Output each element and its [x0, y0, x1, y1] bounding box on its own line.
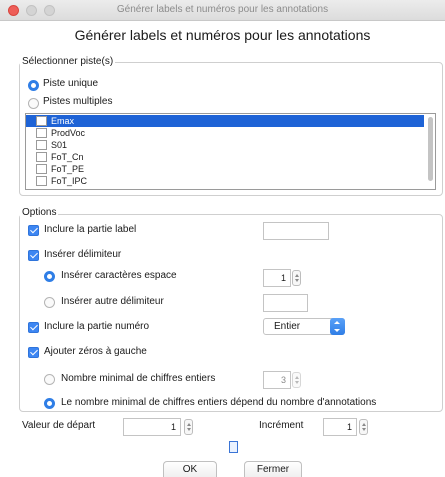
track-name: Emax	[51, 116, 75, 126]
window-title: Générer labels et numéros pour les annot…	[116, 4, 329, 15]
track-selection-title: Sélectionner piste(s)	[20, 56, 116, 67]
multiple-tracks-label: Pistes multiples	[43, 96, 113, 107]
track-name: FoT_Cn	[51, 152, 84, 162]
ok-button[interactable]: OK	[163, 461, 217, 477]
track-checkbox[interactable]	[36, 164, 47, 174]
increment-input[interactable]: 1	[323, 418, 357, 436]
include-label-text: Inclure la partie label	[44, 224, 137, 235]
min-digits-stepper[interactable]	[292, 372, 301, 388]
track-checkbox[interactable]	[36, 152, 47, 162]
track-list[interactable]: Emax ProdVoc S01 FoT_Cn FoT_PE FoT_IPC	[25, 113, 436, 190]
increment-label: Incrément	[259, 420, 304, 431]
insert-other-radio[interactable]	[44, 297, 55, 308]
single-track-radio[interactable]	[28, 80, 39, 91]
close-button[interactable]: Fermer	[244, 461, 302, 477]
track-name: ProdVoc	[51, 128, 86, 138]
label-input[interactable]	[263, 222, 329, 240]
multiple-tracks-radio[interactable]	[28, 98, 39, 109]
start-value-stepper[interactable]	[184, 419, 193, 435]
dialog-heading: Générer labels et numéros pour les annot…	[74, 27, 371, 43]
depends-on-count-text: Le nombre minimal de chiffres entiers dé…	[61, 397, 377, 408]
insert-other-text: Insérer autre délimiteur	[61, 296, 164, 307]
track-checkbox[interactable]	[36, 176, 47, 186]
include-number-text: Inclure la partie numéro	[44, 321, 150, 332]
track-list-item[interactable]: S01	[26, 139, 424, 151]
track-list-item[interactable]: Emax	[26, 115, 424, 127]
insert-space-radio[interactable]	[44, 271, 55, 282]
track-name: S01	[51, 140, 68, 150]
include-label-checkbox[interactable]	[28, 225, 39, 236]
space-count-input[interactable]: 1	[263, 269, 291, 287]
title-bar: Générer labels et numéros pour les annot…	[0, 0, 445, 21]
start-value-input[interactable]: 1	[123, 418, 181, 436]
increment-value: 1	[346, 422, 352, 432]
start-value-value: 1	[170, 422, 176, 432]
options-title: Options	[20, 207, 59, 218]
insert-space-text: Insérer caractères espace	[61, 270, 177, 281]
number-format-value: Entier	[274, 321, 301, 332]
track-list-item[interactable]: FoT_IPC	[26, 175, 424, 187]
start-value-label: Valeur de départ	[22, 420, 96, 431]
track-list-item[interactable]: ProdVoc	[26, 127, 424, 139]
min-digits-radio[interactable]	[44, 374, 55, 385]
space-count-stepper[interactable]	[292, 270, 301, 286]
track-list-item[interactable]: FoT_Cn	[26, 151, 424, 163]
depends-on-count-radio[interactable]	[44, 398, 55, 409]
single-track-label: Piste unique	[43, 78, 99, 89]
leading-zeros-text: Ajouter zéros à gauche	[44, 346, 147, 357]
track-checkbox[interactable]	[36, 128, 47, 138]
min-digits-input[interactable]: 3	[263, 371, 291, 389]
include-number-checkbox[interactable]	[28, 322, 39, 333]
min-digits-value: 3	[280, 375, 286, 385]
leading-zeros-checkbox[interactable]	[28, 347, 39, 358]
increment-stepper[interactable]	[359, 419, 368, 435]
track-list-item[interactable]: FoT_PE	[26, 163, 424, 175]
space-count-value: 1	[280, 273, 286, 283]
chevron-updown-icon[interactable]	[330, 318, 345, 335]
track-checkbox[interactable]	[36, 140, 47, 150]
insert-delimiter-checkbox[interactable]	[28, 250, 39, 261]
other-delimiter-input[interactable]	[263, 294, 308, 312]
number-format-select[interactable]: Entier	[263, 318, 345, 335]
track-name: FoT_PE	[51, 164, 85, 174]
track-list-scrollbar[interactable]	[428, 117, 433, 181]
insert-delimiter-text: Insérer délimiteur	[44, 249, 122, 260]
min-digits-text: Nombre minimal de chiffres entiers	[61, 373, 216, 384]
track-checkbox[interactable]	[36, 116, 47, 126]
document-icon	[229, 441, 238, 453]
track-name: FoT_IPC	[51, 176, 88, 186]
